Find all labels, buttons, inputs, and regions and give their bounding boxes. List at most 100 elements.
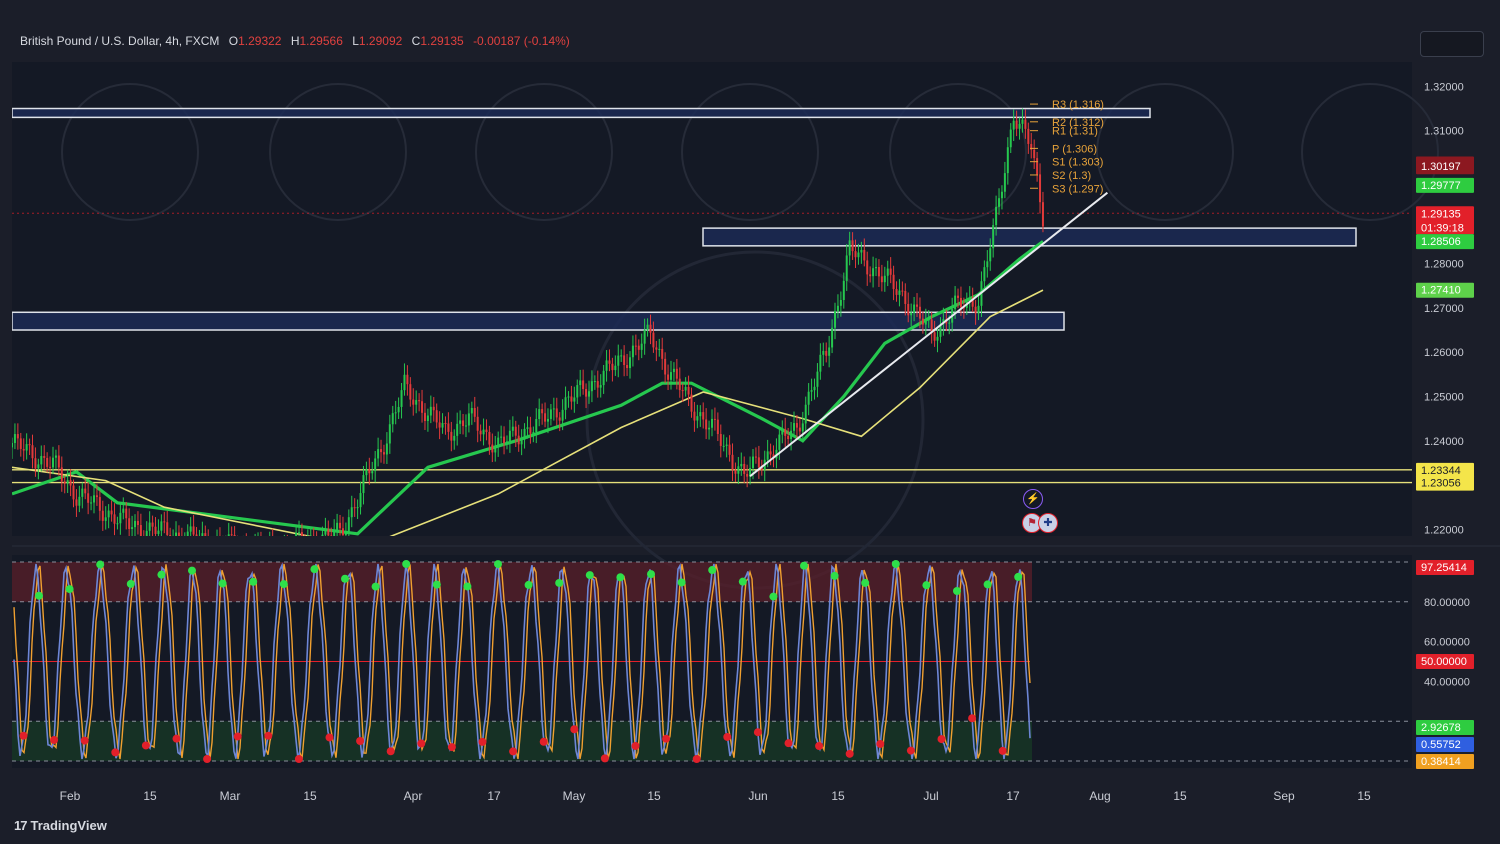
candle-body xyxy=(233,535,236,536)
candle-body xyxy=(400,390,403,407)
candle-body xyxy=(210,551,212,555)
candle-body xyxy=(136,520,139,526)
candle-body xyxy=(90,502,93,504)
oscillator-badge-label: 50.00000 xyxy=(1421,656,1467,668)
candle-body xyxy=(151,522,154,527)
candle-body xyxy=(300,532,303,536)
candle-body xyxy=(272,540,274,545)
candle-body xyxy=(693,411,696,421)
candle-body xyxy=(822,350,825,355)
high-value: 1.29566 xyxy=(299,34,343,48)
candle-body xyxy=(831,327,834,348)
candle-body xyxy=(508,430,511,442)
candle-body xyxy=(795,423,798,428)
candle-body xyxy=(421,401,424,413)
candle-body xyxy=(848,240,851,256)
chart-canvas[interactable]: R3 (1.316)R2 (1.312)R1 (1.31)P (1.306)S1… xyxy=(0,0,1500,844)
candle-body xyxy=(825,350,828,356)
symbol-header: British Pound / U.S. Dollar, 4h, FXCM O 1… xyxy=(20,34,570,48)
candle-body xyxy=(544,413,547,422)
candle-body xyxy=(257,540,259,545)
oscillator-tick-label: 40.00000 xyxy=(1424,676,1470,688)
candle-body xyxy=(910,312,913,316)
candle-body xyxy=(87,493,90,503)
candle-body xyxy=(22,448,25,451)
candle-body xyxy=(72,485,75,500)
candle-body xyxy=(1006,147,1009,174)
candle-body xyxy=(397,406,400,413)
overbought-dot xyxy=(447,743,456,752)
overbought-dot xyxy=(417,739,426,748)
candle-body xyxy=(877,267,880,277)
candle-body xyxy=(708,427,711,430)
candle-body xyxy=(464,425,467,427)
candle-body xyxy=(974,306,977,314)
candle-body xyxy=(49,466,52,468)
x-tick-label: 15 xyxy=(831,789,845,803)
candle-body xyxy=(406,374,409,385)
candle-body xyxy=(813,386,816,391)
price-badge-label: 1.27410 xyxy=(1421,285,1461,297)
candle-body xyxy=(119,512,122,524)
candle-body xyxy=(678,378,681,391)
tradingview-logo[interactable]: 17 TradingView xyxy=(14,818,107,833)
candle-body xyxy=(263,548,265,554)
x-tick-label: Feb xyxy=(60,789,81,803)
symbol-name[interactable]: British Pound / U.S. Dollar, 4h, FXCM xyxy=(20,34,219,48)
candle-body xyxy=(526,427,529,429)
candle-body xyxy=(491,444,494,453)
candle-body xyxy=(116,523,119,525)
uk-flag-icon[interactable]: ✚ xyxy=(1038,513,1058,533)
candle-body xyxy=(731,454,734,470)
candle-body xyxy=(766,451,769,460)
oscillator-tick-label: 60.00000 xyxy=(1424,637,1470,649)
candle-body xyxy=(711,418,713,428)
oversold-dot xyxy=(616,573,625,582)
candle-body xyxy=(716,419,719,435)
lightning-icon[interactable]: ⚡ xyxy=(1023,489,1043,509)
candle-body xyxy=(204,533,207,536)
candle-body xyxy=(1003,173,1006,192)
x-tick-label: 15 xyxy=(647,789,661,803)
candle-body xyxy=(216,539,218,546)
candle-body xyxy=(631,345,634,358)
candle-body xyxy=(790,430,793,440)
overbought-dot xyxy=(50,735,59,744)
overbought-dot xyxy=(356,736,365,745)
candle-body xyxy=(242,545,244,550)
candle-body xyxy=(628,357,631,369)
candle-body xyxy=(435,410,438,423)
candle-body xyxy=(503,436,506,444)
candle-body xyxy=(754,456,757,458)
candle-body xyxy=(66,480,69,484)
oversold-dot xyxy=(861,578,870,587)
toolbar-button[interactable] xyxy=(1420,31,1484,57)
price-badge-label: 1.30197 xyxy=(1421,161,1461,173)
candle-body xyxy=(368,469,371,474)
candle-body xyxy=(107,510,110,518)
open-label: O xyxy=(228,34,239,48)
candle-body xyxy=(646,324,649,330)
candle-body xyxy=(467,413,470,426)
candle-body xyxy=(312,535,315,536)
candle-body xyxy=(225,545,227,550)
candle-body xyxy=(13,434,16,443)
candle-body xyxy=(918,306,921,319)
candle-body xyxy=(377,449,380,459)
candle-body xyxy=(453,435,456,441)
candle-body xyxy=(186,531,189,536)
candle-body xyxy=(1012,120,1015,130)
candle-body xyxy=(898,290,901,295)
candle-body xyxy=(593,381,596,383)
candle-body xyxy=(869,274,872,277)
candle-body xyxy=(579,380,582,386)
candle-body xyxy=(532,432,535,434)
candle-body xyxy=(913,304,916,313)
candle-body xyxy=(620,355,623,357)
candle-body xyxy=(719,434,722,446)
candle-body xyxy=(63,481,66,484)
candle-body xyxy=(866,260,869,275)
candle-body xyxy=(998,198,1001,207)
x-tick-label: Jul xyxy=(923,789,938,803)
candle-body xyxy=(986,261,989,268)
